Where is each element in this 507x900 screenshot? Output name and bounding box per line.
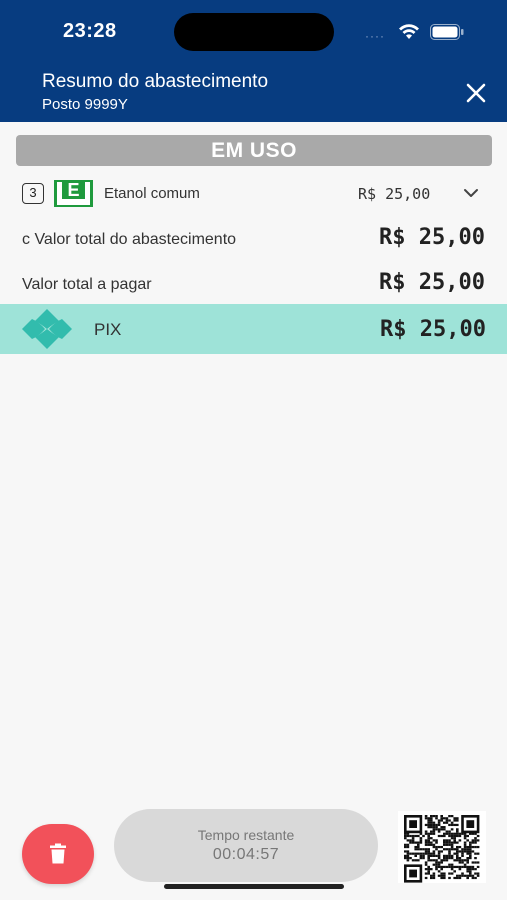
close-icon[interactable] <box>462 79 490 107</box>
amount-to-pay-label: Valor total a pagar <box>22 276 152 293</box>
refuel-total-label: c Valor total do abastecimento <box>22 231 237 248</box>
app-header: 23:28 ···· Resumo do abastecimento Posto… <box>0 0 507 122</box>
dynamic-island <box>174 13 334 51</box>
remaining-time-value: 00:04:57 <box>212 846 280 863</box>
delete-button[interactable] <box>22 824 94 884</box>
chevron-down-icon[interactable] <box>463 187 479 199</box>
signal-dots-icon: ···· <box>365 29 385 43</box>
pix-logo-icon <box>22 309 72 349</box>
payment-method-label: PIX <box>94 320 122 339</box>
refuel-total-value: R$ 25,00 <box>379 225 485 250</box>
remaining-time-label: Tempo restante <box>197 827 295 843</box>
status-banner: EM USO <box>16 135 492 166</box>
fuel-name: Etanol comum <box>104 185 200 202</box>
amount-to-pay-value: R$ 25,00 <box>379 270 485 295</box>
battery-icon <box>430 24 464 40</box>
refuel-total-row: c Valor total do abastecimento R$ 25,00 <box>0 219 507 259</box>
amount-to-pay-row: Valor total a pagar R$ 25,00 <box>0 264 507 304</box>
home-indicator <box>164 884 344 889</box>
status-bar-time: 23:28 <box>63 20 117 42</box>
fuel-item-row[interactable]: 3 E Etanol comum R$ 25,00 <box>0 176 507 212</box>
payment-amount: R$ 25,00 <box>380 317 486 342</box>
page-title: Resumo do abastecimento <box>42 71 269 92</box>
station-name: Posto 9999Y <box>42 96 128 113</box>
fuel-price: R$ 25,00 <box>358 185 431 203</box>
qr-code-icon[interactable] <box>398 811 486 883</box>
fuel-letter: E <box>62 180 85 200</box>
wifi-icon <box>399 24 419 39</box>
pump-number-badge: 3 <box>22 183 44 204</box>
ethanol-fuel-icon: E <box>54 180 93 207</box>
trash-icon <box>50 843 66 864</box>
remaining-time-pill: Tempo restante 00:04:57 <box>114 809 378 882</box>
payment-method-row[interactable]: PIX R$ 25,00 <box>0 304 507 354</box>
